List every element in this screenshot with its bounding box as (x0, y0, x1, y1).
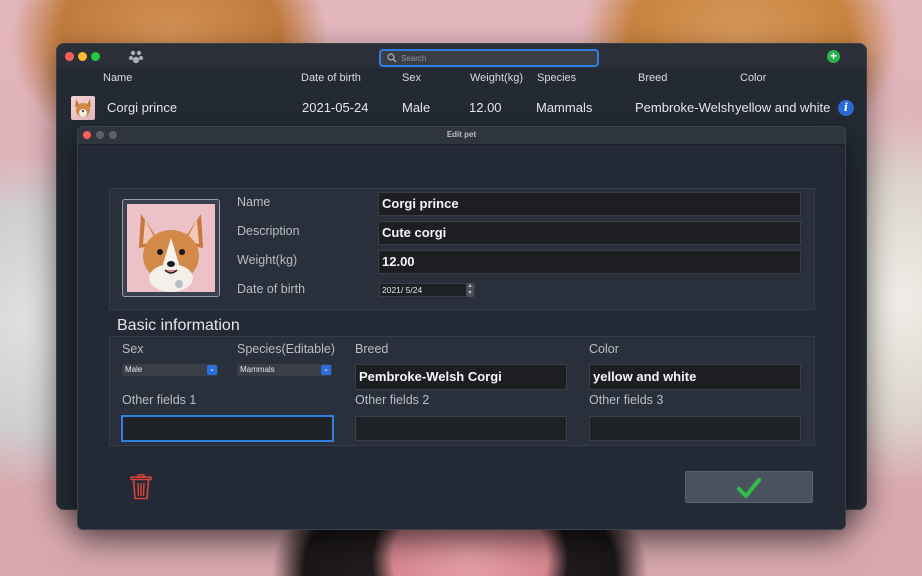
row-name: Corgi prince (107, 100, 178, 115)
row-weight: 12.00 (469, 100, 502, 115)
pet-photo (127, 204, 215, 292)
description-label: Description (237, 224, 300, 238)
row-date-of-birth: 2021-05-24 (302, 100, 369, 115)
row-sex: Male (402, 100, 431, 115)
search-field[interactable] (379, 49, 599, 67)
table-header: Name Date of birth Sex Weight(kg) Specie… (57, 68, 866, 88)
pet-photo-well[interactable] (122, 199, 220, 297)
close-window-button[interactable] (65, 52, 74, 61)
species-combo[interactable]: Mammals ⌄ (237, 364, 332, 376)
description-field[interactable]: Cute corgi (378, 221, 801, 245)
column-header-sex[interactable]: Sex (402, 72, 421, 84)
search-icon (387, 53, 397, 63)
dialog-title: Edit pet (446, 130, 477, 139)
checkmark-icon (737, 478, 761, 498)
color-label: Color (589, 342, 619, 356)
other-fields-3-input[interactable] (589, 416, 801, 441)
delete-trash-icon[interactable] (130, 474, 152, 500)
minimize-window-button[interactable] (78, 52, 87, 61)
date-of-birth-label: Date of birth (237, 282, 306, 296)
column-header-color[interactable]: Color (740, 72, 766, 84)
add-pet-button[interactable]: + (827, 50, 840, 63)
edit-pet-dialog: Edit pet Name Corgi prince Description C… (77, 126, 846, 530)
dialog-titlebar: Edit pet (78, 127, 845, 145)
zoom-window-button[interactable] (91, 52, 100, 61)
search-input[interactable] (401, 53, 581, 63)
species-label: Species(Editable) (237, 342, 335, 356)
date-stepper[interactable]: ▴ ▾ (466, 283, 474, 297)
sex-popup-value: Male (125, 365, 143, 374)
basic-information-panel: Sex Male ⌄ Species(Editable) Mammals ⌄ B… (109, 336, 815, 446)
sex-label: Sex (122, 342, 144, 356)
name-label: Name (237, 195, 271, 209)
sex-popup[interactable]: Male ⌄ (122, 364, 218, 376)
color-field[interactable]: yellow and white (589, 364, 801, 390)
column-header-name[interactable]: Name (103, 72, 132, 84)
other-fields-2-label: Other fields 2 (355, 393, 430, 407)
name-field[interactable]: Corgi prince (378, 192, 801, 216)
pet-details-panel: Name Corgi prince Description Cute corgi… (109, 188, 815, 310)
titlebar: + (57, 44, 866, 68)
row-color: yellow and white (735, 100, 831, 115)
chevron-down-icon: ⌄ (321, 365, 331, 375)
other-fields-1-label: Other fields 1 (122, 393, 197, 407)
column-header-date-of-birth[interactable]: Date of birth (301, 72, 361, 84)
column-header-species[interactable]: Species (537, 72, 576, 84)
weight-field[interactable]: 12.00 (378, 250, 801, 274)
save-confirm-button[interactable] (685, 471, 813, 503)
date-of-birth-picker[interactable]: 2021/ 5/24 (379, 283, 475, 297)
row-breed: Pembroke-Welsh (635, 100, 735, 115)
basic-information-title: Basic information (117, 317, 240, 334)
other-fields-1-input[interactable] (121, 415, 334, 442)
breed-field[interactable]: Pembroke-Welsh Corgi (355, 364, 567, 390)
pet-thumbnail (71, 96, 95, 120)
table-row[interactable]: Corgi prince 2021-05-24 Male 12.00 Mamma… (57, 90, 866, 124)
breed-label: Breed (355, 342, 389, 356)
row-species: Mammals (536, 100, 593, 115)
paw-app-icon[interactable] (128, 49, 144, 65)
species-combo-value: Mammals (240, 365, 275, 374)
info-icon[interactable]: i (838, 100, 854, 116)
chevron-down-icon: ⌄ (207, 365, 217, 375)
weight-label: Weight(kg) (237, 253, 298, 267)
column-header-weight[interactable]: Weight(kg) (470, 72, 523, 84)
column-header-breed[interactable]: Breed (638, 72, 667, 84)
other-fields-3-label: Other fields 3 (589, 393, 664, 407)
other-fields-2-input[interactable] (355, 416, 567, 441)
